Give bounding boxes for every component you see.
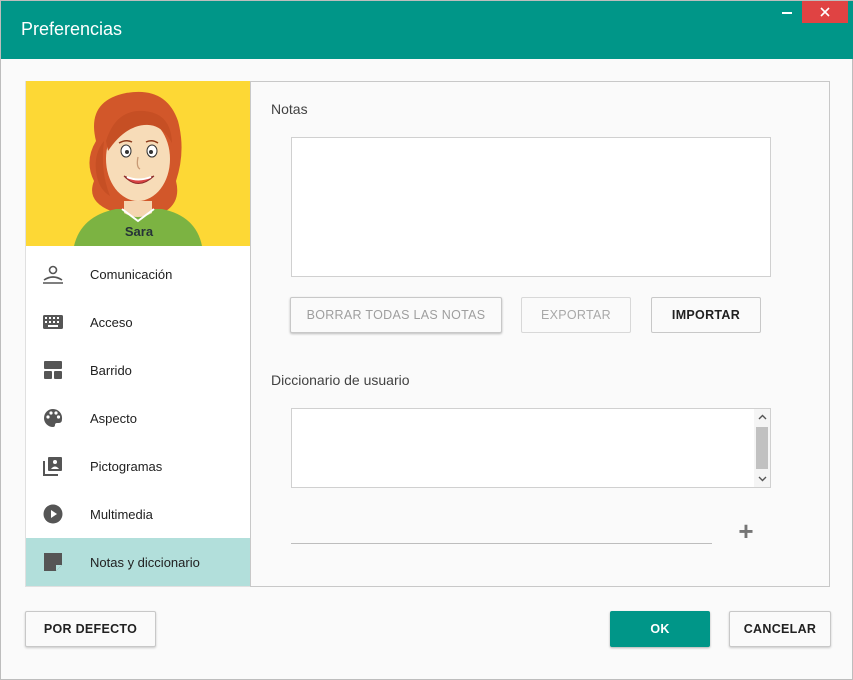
notes-textarea[interactable] (291, 137, 771, 277)
notes-title: Notas (271, 101, 308, 117)
note-icon (42, 552, 64, 572)
sidebar: Sara Comunicación Acceso Barrido Aspecto (25, 81, 252, 587)
title-bar: Preferencias (1, 1, 853, 59)
avatar (74, 91, 202, 246)
cancel-button[interactable]: CANCELAR (729, 611, 831, 647)
sidebar-item-label: Notas y diccionario (90, 554, 200, 570)
palette-icon (42, 408, 64, 428)
new-word-input[interactable] (291, 522, 712, 544)
scroll-thumb[interactable] (756, 427, 768, 469)
export-button[interactable]: EXPORTAR (521, 297, 631, 333)
close-button[interactable] (802, 1, 848, 23)
scroll-down-arrow-icon[interactable] (754, 471, 770, 487)
default-button[interactable]: POR DEFECTO (25, 611, 156, 647)
profile-name: Sara (124, 224, 154, 239)
close-icon (820, 7, 830, 17)
person-speaking-icon (42, 264, 64, 284)
sidebar-item-barrido[interactable]: Barrido (26, 346, 252, 394)
scan-blocks-icon (42, 360, 64, 380)
sidebar-item-label: Aspecto (90, 410, 137, 426)
sidebar-item-label: Pictogramas (90, 458, 163, 474)
sidebar-item-label: Comunicación (90, 266, 173, 282)
pictogram-library-icon (42, 456, 64, 476)
minimize-button[interactable] (767, 1, 807, 23)
sidebar-item-notas-y-diccionario[interactable]: Notas y diccionario (26, 538, 252, 586)
sidebar-item-label: Barrido (90, 362, 132, 378)
dictionary-list[interactable] (291, 408, 771, 488)
import-button[interactable]: IMPORTAR (651, 297, 761, 333)
sidebar-item-aspecto[interactable]: Aspecto (26, 394, 252, 442)
add-word-button[interactable]: + (733, 515, 759, 546)
dictionary-title: Diccionario de usuario (271, 372, 410, 388)
minimize-icon (782, 12, 792, 14)
dictionary-scrollbar[interactable] (754, 409, 770, 487)
keyboard-icon (42, 312, 64, 332)
sidebar-item-comunicacion[interactable]: Comunicación (26, 250, 252, 298)
plus-icon: + (738, 515, 754, 546)
play-circle-icon (42, 504, 64, 524)
scroll-up-arrow-icon[interactable] (754, 409, 770, 425)
sidebar-item-multimedia[interactable]: Multimedia (26, 490, 252, 538)
sidebar-item-label: Multimedia (90, 506, 153, 522)
clear-all-notes-button[interactable]: BORRAR TODAS LAS NOTAS (290, 297, 502, 333)
ok-button[interactable]: OK (610, 611, 710, 647)
content-panel: Notas BORRAR TODAS LAS NOTAS EXPORTAR IM… (250, 81, 830, 587)
sidebar-item-label: Acceso (90, 314, 133, 330)
sidebar-item-acceso[interactable]: Acceso (26, 298, 252, 346)
window-title: Preferencias (21, 19, 123, 39)
sidebar-item-pictogramas[interactable]: Pictogramas (26, 442, 252, 490)
profile-card[interactable]: Sara (26, 81, 252, 246)
preferences-window: Preferencias Sara Comunicación Acceso Ba… (0, 0, 853, 680)
